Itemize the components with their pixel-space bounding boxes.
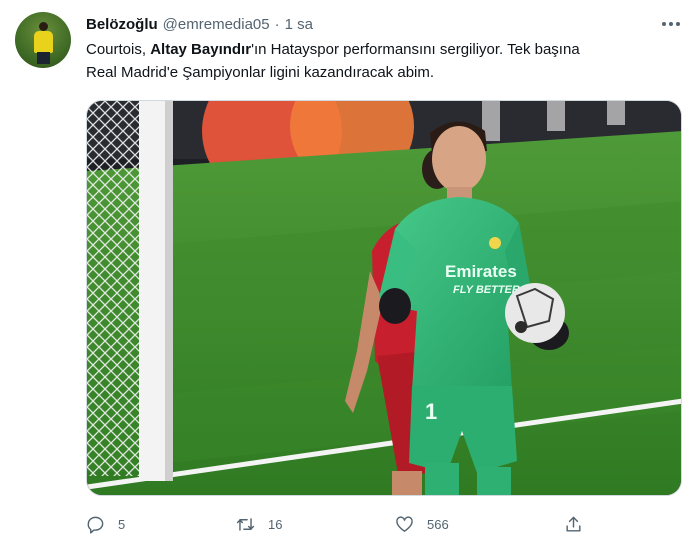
more-dot bbox=[676, 22, 680, 26]
reply-count: 5 bbox=[118, 516, 126, 532]
tweet-text: Courtois, Altay Bayındır'ın Hatayspor pe… bbox=[86, 38, 686, 84]
like-button[interactable]: 566 bbox=[395, 511, 449, 537]
avatar-figure-head bbox=[39, 22, 48, 31]
tweet-text-mention: Altay Bayındır bbox=[150, 41, 252, 58]
reply-icon bbox=[87, 516, 104, 534]
football-patch bbox=[515, 321, 527, 333]
shirt-number: 1 bbox=[425, 399, 437, 424]
reply-button[interactable]: 5 bbox=[86, 511, 125, 537]
jersey-crest bbox=[489, 237, 501, 249]
tweet[interactable]: Belözoğlu @emremedia05 · 1 sa Courtois, … bbox=[0, 0, 700, 547]
more-dot bbox=[669, 22, 673, 26]
tweet-header: Belözoğlu @emremedia05 · 1 sa bbox=[86, 13, 313, 35]
tweet-text-line2: Real Madrid'e Şampiyonlar ligini kazandı… bbox=[86, 64, 435, 81]
avatar[interactable] bbox=[15, 12, 71, 68]
tweet-photo[interactable]: Emirates FLY BETTER 1 bbox=[86, 100, 682, 496]
keeper-right-leg bbox=[477, 467, 511, 495]
jersey-sponsor-tagline: FLY BETTER bbox=[453, 284, 520, 296]
more-dot bbox=[662, 22, 666, 26]
tweet-text-line1-end: 'ın Hatayspor performansını sergiliyor. … bbox=[251, 41, 580, 58]
ad-board-stripe bbox=[607, 101, 625, 125]
jersey-sponsor: Emirates bbox=[445, 262, 517, 281]
heart-icon bbox=[396, 516, 413, 532]
keeper-head bbox=[432, 126, 486, 192]
keeper-left-leg bbox=[425, 463, 459, 495]
tweet-actions: 5 16 566 bbox=[86, 511, 596, 537]
tweet-timestamp[interactable]: 1 sa bbox=[285, 16, 313, 33]
share-button[interactable] bbox=[564, 511, 583, 537]
retweet-count: 16 bbox=[268, 516, 283, 532]
tweet-text-start: Courtois, bbox=[86, 41, 151, 58]
football bbox=[505, 283, 565, 343]
keeper-left-glove bbox=[379, 288, 411, 324]
display-name[interactable]: Belözoğlu bbox=[86, 16, 158, 33]
avatar-figure-legs bbox=[37, 52, 50, 64]
header-separator: · bbox=[274, 15, 280, 33]
avatar-figure-body bbox=[34, 31, 53, 53]
goal-net bbox=[87, 101, 139, 476]
retweet-icon bbox=[236, 517, 255, 531]
more-icon[interactable] bbox=[659, 12, 683, 36]
goal-post-shadow bbox=[165, 101, 173, 481]
user-handle[interactable]: @emremedia05 bbox=[163, 16, 270, 33]
ad-board-stripe bbox=[547, 101, 565, 131]
red-player-leg bbox=[392, 471, 422, 495]
like-count: 566 bbox=[427, 516, 449, 532]
retweet-button[interactable]: 16 bbox=[236, 511, 282, 537]
share-icon bbox=[566, 516, 581, 532]
